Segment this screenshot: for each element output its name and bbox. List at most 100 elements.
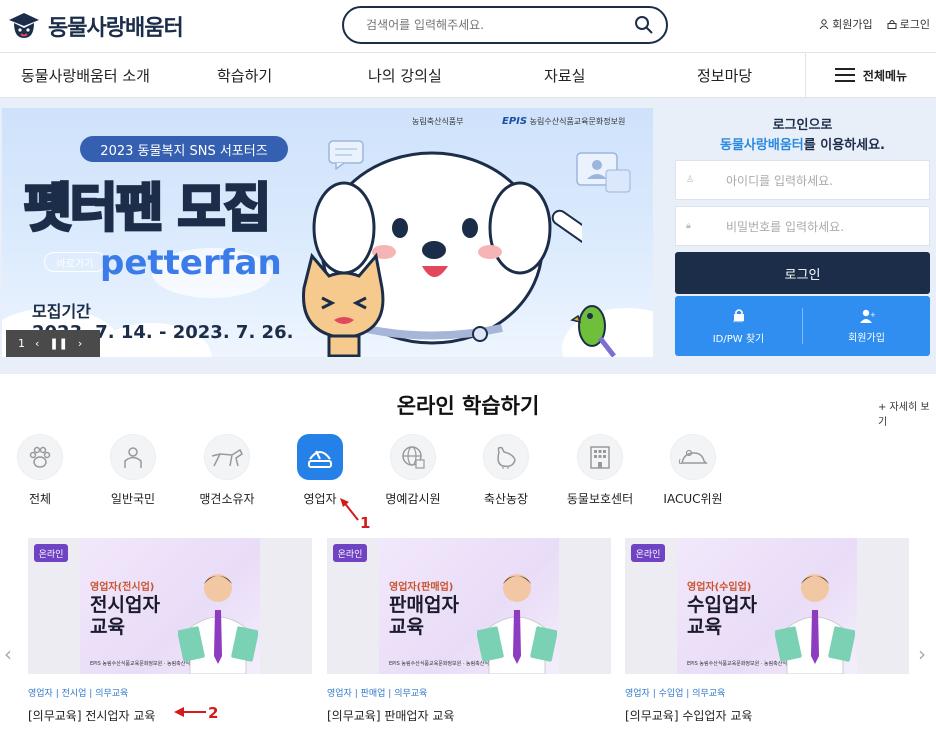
pager-pause-icon[interactable]: ❚❚	[49, 337, 67, 350]
category-all[interactable]: 전체	[10, 434, 70, 507]
course-thumbnail: 온라인 영업자(수입업) 수입업자 교육 EPIS 농림수산식품교육문화정보원 ·…	[625, 538, 909, 674]
search-bar[interactable]	[342, 6, 668, 44]
person-icon	[110, 434, 156, 480]
cat-illustration	[302, 252, 385, 357]
course-thumbnail: 온라인 영업자(판매업) 판매업자 교육 EPIS 농림수산식품교육문화정보원 ·…	[327, 538, 611, 674]
find-id-pw-button[interactable]: ***** ID/PW 찾기	[675, 296, 802, 356]
banner-page-number: 1	[18, 337, 25, 350]
course-title[interactable]: [의무교육] 수입업자 교육	[625, 707, 909, 724]
pager-next-icon[interactable]: ›	[78, 337, 82, 350]
pager-prev-icon[interactable]: ‹	[35, 337, 39, 350]
password-field[interactable]: 🔒︎ 비밀번호를 입력하세요.	[675, 206, 930, 246]
online-badge: 온라인	[34, 544, 68, 562]
login-heading-site: 동물사랑배움터	[720, 138, 804, 153]
hamburger-icon	[834, 68, 855, 82]
login-label: 로그인	[899, 18, 930, 31]
category-dangerous-dog-owner[interactable]: 맹견소유자	[197, 434, 257, 507]
search-icon[interactable]	[634, 15, 654, 35]
svg-text:*****: *****	[733, 320, 743, 324]
signup-link[interactable]: 회원가입	[819, 16, 873, 32]
annotation-marker-1: 1	[360, 514, 371, 532]
carousel-next-icon[interactable]: ›	[918, 642, 926, 666]
nav-item-info[interactable]: 정보마당	[697, 53, 752, 97]
banner-title-en: petterfan	[100, 243, 282, 283]
id-placeholder: 아이디를 입력하세요.	[726, 173, 833, 188]
carousel-prev-icon[interactable]: ‹	[4, 642, 12, 666]
banner-org-ministry: 농림축산식품부	[412, 117, 464, 126]
annotation-arrow-2	[174, 707, 206, 717]
category-animal-shelter[interactable]: 동물보호센터	[567, 434, 633, 507]
course-title[interactable]: [의무교육] 전시업자 교육	[28, 707, 312, 724]
nav-item-my-classroom[interactable]: 나의 강의실	[368, 53, 442, 97]
course-title[interactable]: [의무교육] 판매업자 교육	[327, 707, 611, 724]
user-icon: ♙	[686, 175, 695, 185]
category-label: IACUC위원	[663, 492, 723, 506]
lock-icon: 🔒︎	[686, 221, 691, 231]
login-sub-actions: ***** ID/PW 찾기 + 회원가입	[675, 296, 930, 356]
signup-button[interactable]: + 회원가입	[803, 296, 930, 356]
lock-icon	[887, 20, 897, 29]
signup-label: 회원가입	[832, 18, 873, 31]
login-heading-rest: 를 이용하세요.	[803, 138, 885, 153]
nav-item-learn[interactable]: 학습하기	[217, 53, 272, 97]
course-thumb-title: 판매업자 교육	[389, 594, 489, 638]
category-label: 명예감시원	[385, 492, 441, 506]
category-label: 일반국민	[110, 492, 156, 506]
epis-logo-text: EPIS	[502, 116, 528, 127]
thumb-title-line1: 전시업자	[90, 594, 160, 616]
svg-text:+: +	[870, 311, 875, 319]
banner-subtitle: 2023 동물복지 SNS 서포터즈	[80, 136, 288, 162]
main-nav: 동물사랑배움터 소개 학습하기 나의 강의실 자료실 정보마당 전체메뉴	[0, 52, 936, 98]
add-user-icon: +	[859, 309, 875, 323]
paw-icon	[17, 434, 63, 480]
thumb-title-line2: 교육	[389, 616, 424, 638]
annotation-arrow-1	[340, 498, 359, 521]
all-menu-button[interactable]: 전체메뉴	[805, 53, 936, 97]
mouse-icon	[670, 434, 716, 480]
search-input[interactable]	[366, 18, 634, 32]
banner-org-epis: EPIS 농림수산식품교육문화정보원	[502, 116, 625, 127]
course-subtitle: 영업자(전시업)	[90, 582, 155, 593]
chat-bubble-icon	[328, 140, 364, 170]
site-logo[interactable]: 동물사랑배움터	[8, 8, 208, 44]
site-name: 동물사랑배움터	[48, 16, 184, 41]
running-dog-icon	[204, 434, 250, 480]
category-label: 전체	[28, 492, 52, 506]
category-label: 동물보호센터	[566, 492, 634, 506]
category-public[interactable]: 일반국민	[103, 434, 163, 507]
banner-org-epis-name: 농림수산식품교육문화정보원	[529, 117, 626, 126]
category-label: 축산농장	[483, 492, 529, 506]
profile-card-icon	[576, 152, 631, 193]
find-id-pw-label: ID/PW 찾기	[712, 333, 765, 345]
parrot-illustration	[570, 305, 616, 357]
category-iacuc[interactable]: IACUC위원	[663, 434, 723, 507]
banner-period-label: 모집기간	[32, 302, 91, 321]
course-subtitle: 영업자(수입업)	[687, 582, 752, 593]
course-tags: 영업자 | 수입업 | 의무교육	[625, 689, 726, 699]
more-link[interactable]: + 자세히 보기	[878, 398, 936, 428]
banner-shortcut-button[interactable]: 바로가기	[44, 252, 106, 272]
course-card[interactable]: 온라인 영업자(판매업) 판매업자 교육 EPIS 농림수산식품교육문화정보원 ·…	[327, 538, 611, 724]
login-link[interactable]: 로그인	[887, 16, 930, 32]
login-button[interactable]: 로그인	[675, 252, 930, 294]
password-lock-icon: *****	[733, 308, 744, 324]
course-card[interactable]: 온라인 영업자(전시업) 전시업자 교육 EPIS 농림수산식품교육문화정보원 ·…	[28, 538, 312, 724]
category-livestock-farm[interactable]: 축산농장	[476, 434, 536, 507]
nav-item-intro[interactable]: 동물사랑배움터 소개	[21, 53, 150, 97]
globe-icon	[390, 434, 436, 480]
course-thumbnail: 온라인 영업자(전시업) 전시업자 교육 EPIS 농림수산식품교육문화정보원 ·…	[28, 538, 312, 674]
course-tags: 영업자 | 판매업 | 의무교육	[327, 689, 428, 699]
course-card[interactable]: 온라인 영업자(수입업) 수입업자 교육 EPIS 농림수산식품교육문화정보원 ·…	[625, 538, 909, 724]
login-box: 로그인으로 동물사랑배움터를 이용하세요. ♙ 아이디를 입력하세요. 🔒︎ 비…	[675, 108, 930, 358]
category-honorary-inspector[interactable]: 명예감시원	[383, 434, 443, 507]
instructor-illustration	[178, 574, 258, 674]
course-thumb-title: 수입업자 교육	[687, 594, 787, 638]
id-field[interactable]: ♙ 아이디를 입력하세요.	[675, 160, 930, 200]
course-thumb-title: 전시업자 교육	[90, 594, 190, 638]
banner-pager[interactable]: 1 ‹ ❚❚ ›	[6, 330, 100, 357]
nav-item-resources[interactable]: 자료실	[544, 53, 585, 97]
main-banner[interactable]: 농림축산식품부 EPIS 농림수산식품교육문화정보원 2023 동물복지 SNS…	[2, 108, 653, 357]
scale-icon	[297, 434, 343, 480]
graduation-dog-icon	[9, 13, 39, 38]
signup-label: 회원가입	[848, 332, 885, 344]
